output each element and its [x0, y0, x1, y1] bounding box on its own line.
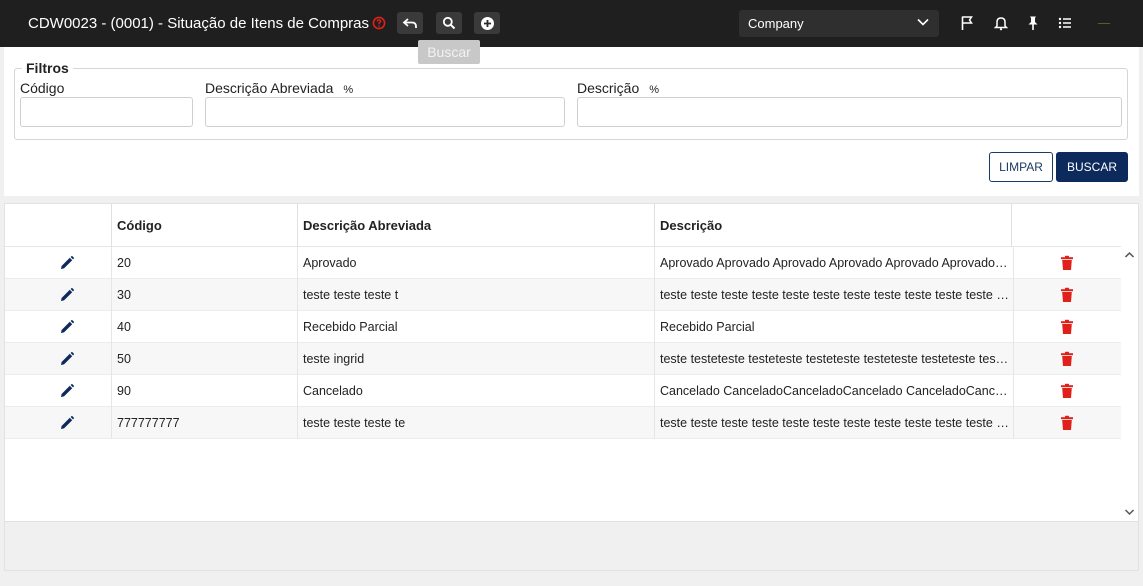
delete-icon[interactable] — [1060, 255, 1074, 276]
table-row[interactable]: 20 Aprovado Aprovado Aprovado Aprovado Apr… — [5, 247, 1121, 279]
cell-descricao-abreviada: teste ingrid — [297, 343, 654, 375]
cell-descricao-abreviada: teste teste teste te — [297, 407, 654, 439]
cell-abreviada-text: teste teste teste t — [303, 288, 399, 302]
col-header-actions — [1011, 204, 1121, 247]
filter-panel: Filtros Código Descrição Abreviada% Desc… — [4, 47, 1139, 196]
cell-descricao-text: teste teste teste teste teste teste test… — [660, 288, 1013, 302]
cell-descricao-text: Recebido Parcial — [660, 320, 755, 334]
cell-codigo-text: 50 — [117, 352, 131, 366]
col-header-codigo[interactable]: Código — [111, 204, 297, 247]
company-select[interactable]: Company — [739, 10, 939, 37]
cell-descricao-abreviada: Recebido Parcial — [297, 311, 654, 343]
delete-icon[interactable] — [1060, 415, 1074, 436]
page-title: CDW0023 - (0001) - Situação de Itens de … — [28, 15, 369, 32]
cell-codigo-text: 90 — [117, 384, 131, 398]
cell-descricao: teste teste teste teste teste teste test… — [654, 407, 1013, 439]
grid-footer — [5, 521, 1138, 570]
desc-abrev-pct: % — [343, 84, 354, 96]
table-row[interactable]: 40 Recebido Parcial Recebido Parcial — [5, 311, 1121, 343]
table-row[interactable]: 90 Cancelado Cancelado CanceladoCanceladoC… — [5, 375, 1121, 407]
cell-descricao-text: Cancelado CanceladoCanceladoCancelado Ca… — [660, 384, 1013, 398]
limpar-button[interactable]: LIMPAR — [989, 152, 1053, 182]
cell-codigo-text: 30 — [117, 288, 131, 302]
cell-descricao-abreviada: Aprovado — [297, 247, 654, 279]
codigo-label-text: Código — [20, 80, 65, 96]
scroll-down-icon[interactable] — [1124, 507, 1135, 517]
desc-abrev-label-text: Descrição Abreviada — [205, 80, 334, 96]
cell-descricao-abreviada: teste teste teste t — [297, 279, 654, 311]
delete-icon[interactable] — [1060, 319, 1074, 340]
cell-descricao: teste testeteste testeteste testeteste t… — [654, 343, 1013, 375]
cell-codigo: 50 — [111, 343, 297, 375]
delete-icon[interactable] — [1060, 351, 1074, 372]
add-icon[interactable] — [474, 12, 500, 34]
grid-header: Código Descrição Abreviada Descrição — [5, 204, 1121, 247]
cell-codigo: 20 — [111, 247, 297, 279]
chevron-down-icon — [916, 15, 930, 32]
desc-input[interactable] — [577, 97, 1122, 127]
desc-label-text: Descrição — [577, 80, 640, 96]
edit-icon[interactable] — [59, 415, 75, 436]
tooltip-text: Buscar — [427, 44, 471, 60]
table-row[interactable]: 30 teste teste teste t teste teste teste t… — [5, 279, 1121, 311]
desc-label: Descrição% — [577, 80, 659, 96]
cell-descricao-text: teste teste teste teste teste teste test… — [660, 416, 1013, 430]
bell-icon[interactable] — [992, 14, 1010, 32]
cell-codigo-text: 20 — [117, 256, 131, 270]
cell-codigo-text: 40 — [117, 320, 131, 334]
table-row[interactable]: 50 teste ingrid teste testeteste testetest… — [5, 343, 1121, 375]
search-icon[interactable] — [436, 12, 462, 34]
cell-abreviada-text: Aprovado — [303, 256, 357, 270]
edit-icon[interactable] — [59, 287, 75, 308]
cell-codigo: 40 — [111, 311, 297, 343]
cell-codigo: 777777777 — [111, 407, 297, 439]
list-icon[interactable] — [1056, 14, 1074, 32]
cell-codigo: 30 — [111, 279, 297, 311]
cell-codigo-text: 777777777 — [117, 416, 180, 430]
status-indicator — [1098, 23, 1110, 24]
buscar-button[interactable]: BUSCAR — [1056, 152, 1128, 182]
scroll-up-icon[interactable] — [1124, 250, 1135, 260]
delete-icon[interactable] — [1060, 287, 1074, 308]
codigo-label: Código — [20, 80, 64, 96]
cell-descricao: Aprovado Aprovado Aprovado Aprovado Apro… — [654, 247, 1013, 279]
desc-abrev-label: Descrição Abreviada% — [205, 80, 353, 96]
col-header-descricao[interactable]: Descrição — [654, 204, 1011, 247]
cell-descricao: Recebido Parcial — [654, 311, 1013, 343]
desc-pct: % — [649, 84, 660, 96]
help-icon[interactable] — [366, 12, 392, 34]
flag-icon[interactable] — [958, 14, 976, 32]
cell-descricao: teste teste teste teste teste teste test… — [654, 279, 1013, 311]
filters-legend: Filtros — [26, 60, 69, 76]
back-icon[interactable] — [397, 12, 423, 34]
cell-descricao-text: teste testeteste testeteste testeteste t… — [660, 352, 1013, 366]
col-header-descricao-abreviada[interactable]: Descrição Abreviada — [297, 204, 654, 247]
pin-icon[interactable] — [1024, 14, 1042, 32]
table-row[interactable]: 777777777 teste teste teste te teste teste… — [5, 407, 1121, 439]
cell-abreviada-text: teste ingrid — [303, 352, 365, 366]
desc-abrev-input[interactable] — [205, 97, 565, 127]
cell-codigo: 90 — [111, 375, 297, 407]
edit-icon[interactable] — [59, 255, 75, 276]
codigo-input[interactable] — [20, 97, 193, 127]
cell-descricao: Cancelado CanceladoCanceladoCancelado Ca… — [654, 375, 1013, 407]
app-topbar: CDW0023 - (0001) - Situação de Itens de … — [0, 0, 1143, 47]
cell-descricao-abreviada: Cancelado — [297, 375, 654, 407]
company-label: Company — [748, 16, 804, 31]
delete-icon[interactable] — [1060, 383, 1074, 404]
cell-abreviada-text: Cancelado — [303, 384, 363, 398]
edit-icon[interactable] — [59, 351, 75, 372]
results-grid: Código Descrição Abreviada Descrição 20 A… — [4, 203, 1139, 571]
buscar-tooltip: Buscar — [418, 40, 480, 64]
cell-abreviada-text: teste teste teste te — [303, 416, 406, 430]
vertical-scrollbar[interactable] — [1121, 247, 1138, 521]
edit-icon[interactable] — [59, 383, 75, 404]
cell-descricao-text: Aprovado Aprovado Aprovado Aprovado Apro… — [660, 256, 1013, 270]
cell-abreviada-text: Recebido Parcial — [303, 320, 398, 334]
edit-icon[interactable] — [59, 319, 75, 340]
